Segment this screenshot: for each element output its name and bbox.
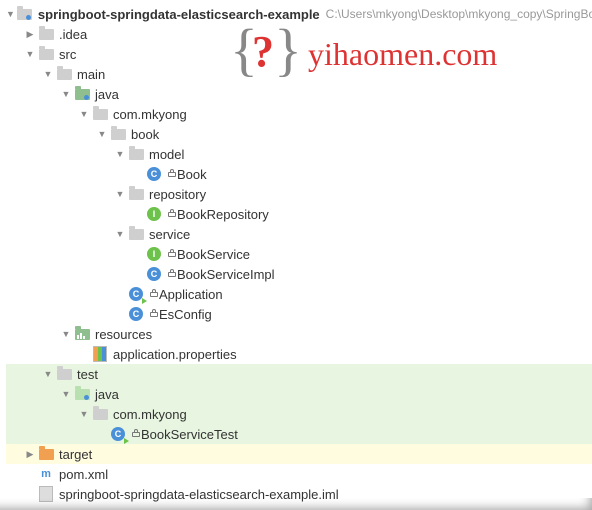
tree-row-service[interactable]: ▼ service [6,224,592,244]
package-icon [92,406,108,422]
root-path: C:\Users\mkyong\Desktop\mkyong_copy\Spri… [326,7,592,21]
tree-row-test-java[interactable]: ▼ java [6,384,592,404]
tree-row-pom[interactable]: ▼ m pom.xml [6,464,592,484]
chevron-right-icon[interactable]: ▶ [24,29,36,40]
tree-row-src[interactable]: ▼ src [6,44,592,64]
lock-icon [150,292,158,297]
tree-row-idea[interactable]: ▶ .idea [6,24,592,44]
folder-icon [56,66,72,82]
chevron-down-icon[interactable]: ▼ [60,389,72,399]
tree-row-iml[interactable]: ▼ springboot-springdata-elasticsearch-ex… [6,484,592,504]
tree-row-book-repository[interactable]: ▼ I BookRepository [6,204,592,224]
properties-file-icon [92,346,108,362]
test-source-folder-icon [74,386,90,402]
tree-row-main[interactable]: ▼ main [6,64,592,84]
tree-row-test-package[interactable]: ▼ com.mkyong [6,404,592,424]
tree-row-app-properties[interactable]: ▼ application.properties [6,344,592,364]
class-icon: C [128,306,144,322]
package-icon [128,146,144,162]
lock-icon [150,312,158,317]
chevron-down-icon[interactable]: ▼ [60,89,72,99]
tree-row-book[interactable]: ▼ book [6,124,592,144]
tree-row-resources[interactable]: ▼ resources [6,324,592,344]
tree-row-root[interactable]: ▼ springboot-springdata-elasticsearch-ex… [6,4,592,24]
tree-row-book-service-test[interactable]: ▼ C BookServiceTest [6,424,592,444]
tree-row-repository[interactable]: ▼ repository [6,184,592,204]
project-tree: ▼ springboot-springdata-elasticsearch-ex… [0,0,592,504]
chevron-down-icon[interactable]: ▼ [60,329,72,339]
class-icon: C [146,166,162,182]
chevron-down-icon[interactable]: ▼ [78,109,90,119]
chevron-down-icon[interactable]: ▼ [114,149,126,159]
resources-folder-icon [74,326,90,342]
tree-row-book-service[interactable]: ▼ I BookService [6,244,592,264]
interface-icon: I [146,246,162,262]
package-icon [92,106,108,122]
package-icon [128,226,144,242]
tree-row-application[interactable]: ▼ C Application [6,284,592,304]
tree-row-test[interactable]: ▼ test [6,364,592,384]
lock-icon [168,172,176,177]
package-icon [128,186,144,202]
chevron-down-icon[interactable]: ▼ [6,9,15,19]
folder-icon [38,26,54,42]
root-name: springboot-springdata-elasticsearch-exam… [37,7,320,22]
excluded-folder-icon [38,446,54,462]
module-folder-icon [17,6,33,22]
class-icon: C [146,266,162,282]
tree-row-java[interactable]: ▼ java [6,84,592,104]
chevron-down-icon[interactable]: ▼ [114,229,126,239]
folder-icon [56,366,72,382]
tree-row-package[interactable]: ▼ com.mkyong [6,104,592,124]
chevron-down-icon[interactable]: ▼ [96,129,108,139]
lock-icon [168,252,176,257]
lock-icon [168,212,176,217]
folder-icon [38,46,54,62]
iml-file-icon [38,486,54,502]
tree-row-esconfig[interactable]: ▼ C EsConfig [6,304,592,324]
chevron-down-icon[interactable]: ▼ [114,189,126,199]
chevron-down-icon[interactable]: ▼ [42,69,54,79]
interface-icon: I [146,206,162,222]
lock-icon [168,272,176,277]
source-folder-icon [74,86,90,102]
tree-row-book-class[interactable]: ▼ C Book [6,164,592,184]
runnable-class-icon: C [128,286,144,302]
package-icon [110,126,126,142]
tree-row-model[interactable]: ▼ model [6,144,592,164]
chevron-down-icon[interactable]: ▼ [24,49,36,59]
maven-file-icon: m [38,466,54,482]
runnable-class-icon: C [110,426,126,442]
chevron-down-icon[interactable]: ▼ [78,409,90,419]
tree-row-target[interactable]: ▶ target [6,444,592,464]
chevron-right-icon[interactable]: ▶ [24,449,36,460]
lock-icon [132,432,140,437]
chevron-down-icon[interactable]: ▼ [42,369,54,379]
tree-row-book-service-impl[interactable]: ▼ C BookServiceImpl [6,264,592,284]
